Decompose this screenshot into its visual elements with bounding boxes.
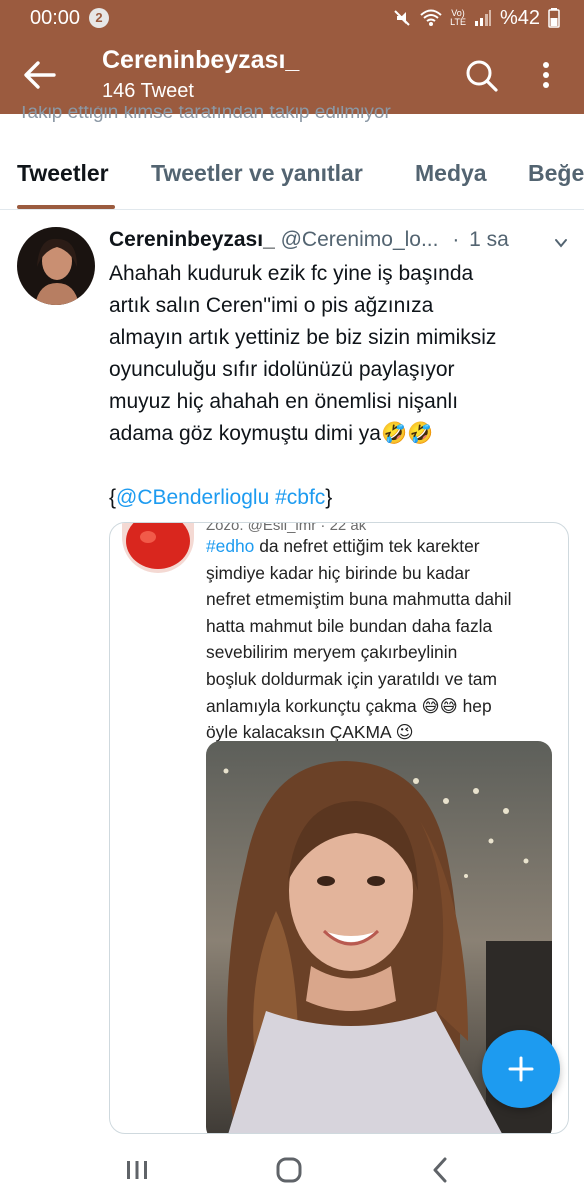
follow-context-label: Takip ettiğin kimse tarafından takip edi… — [18, 106, 391, 123]
battery-percent: %42 — [499, 6, 540, 29]
home-icon[interactable] — [276, 1156, 302, 1184]
back-arrow-icon[interactable] — [22, 58, 58, 92]
status-time: 00:00 — [30, 7, 81, 29]
mute-icon — [394, 10, 410, 26]
embedded-hashtag: #edho — [206, 536, 255, 556]
tweet-text: Ahahah kuduruk ezik fc yine iş başında a… — [109, 262, 497, 445]
lte-indicator: Vo) LTE — [450, 9, 466, 27]
tweet-separator: · — [452, 228, 460, 251]
embedded-line-6: anlamıyla korkunçtu çakma 😅😅 hep — [206, 695, 492, 716]
embedded-line-0-rest: da nefret ettiğim tek karekter — [254, 536, 480, 556]
tweet-mention-link[interactable]: @CBenderlioglu — [116, 486, 269, 509]
signal-icon — [474, 10, 491, 26]
more-vertical-icon[interactable] — [538, 56, 554, 94]
tweet-author-avatar[interactable] — [17, 227, 95, 305]
tab-tweets[interactable]: Tweetler — [17, 160, 109, 187]
notification-count-badge: 2 — [89, 8, 109, 28]
tweet-author-handle[interactable]: @Cerenimo_lo... — [281, 228, 439, 251]
follow-context-text: Takip ettiğin kimse tarafından takip edi… — [18, 106, 391, 128]
embedded-tweet-text: #edho da nefret ettiğim tek karekter şim… — [206, 533, 562, 746]
compose-tweet-button[interactable] — [482, 1030, 560, 1108]
wifi-icon — [420, 9, 442, 26]
tweet-hashtag-link[interactable]: #cbfc — [275, 486, 325, 509]
tab-media[interactable]: Medya — [415, 160, 487, 187]
lte-bottom-label: LTE — [450, 17, 466, 27]
tweet-author-name[interactable]: Cereninbeyzası_ — [109, 228, 275, 251]
system-navigation-bar — [0, 1138, 584, 1200]
embedded-line-5: boşluk doldurmak için yaratıldı ve tam — [206, 668, 497, 689]
status-bar: 00:00 2 Vo) LTE %42 — [0, 0, 584, 36]
profile-title: Cereninbeyzası_ — [102, 46, 300, 74]
status-icons: Vo) LTE %42 — [392, 6, 560, 30]
tab-likes[interactable]: Beğe — [528, 160, 584, 187]
tweet-timestamp: 1 sa — [469, 228, 509, 251]
tweet-count: 146 Tweet — [102, 80, 194, 102]
system-back-icon[interactable] — [432, 1157, 448, 1183]
embedded-line-0: #edho da nefret ettiğim tek karekter — [206, 533, 562, 560]
tweet-header: Cereninbeyzası_ @Cerenimo_lo... · 1 sa — [109, 228, 569, 252]
profile-tabs: Tweetler Tweetler ve yanıtlar Medya Beğe — [0, 136, 584, 210]
tweet-links: {@CBenderlioglu #cbfc} — [109, 482, 332, 514]
battery-icon — [548, 8, 560, 28]
embedded-line-4: sevebilirim meryem çakırbeylinin — [206, 642, 458, 663]
brace-close: } — [325, 486, 333, 509]
embedded-line-1: şimdiye kadar hiç birinde bu kadar — [206, 562, 470, 583]
embedded-avatar — [122, 523, 194, 573]
plus-icon — [508, 1056, 534, 1082]
chevron-down-icon[interactable] — [554, 236, 568, 250]
embedded-line-2: nefret etmemiştim buna mahmutta dahil — [206, 589, 512, 610]
search-icon[interactable] — [462, 56, 500, 94]
active-tab-indicator — [17, 205, 115, 209]
brace-open: { — [109, 486, 117, 509]
profile-header: Cereninbeyzası_ 146 Tweet — [0, 36, 584, 114]
recent-apps-icon[interactable] — [124, 1158, 150, 1182]
embedded-line-3: hatta mahmut bile bundan daha fazla — [206, 615, 493, 636]
tab-tweets-and-replies[interactable]: Tweetler ve yanıtlar — [151, 160, 363, 187]
